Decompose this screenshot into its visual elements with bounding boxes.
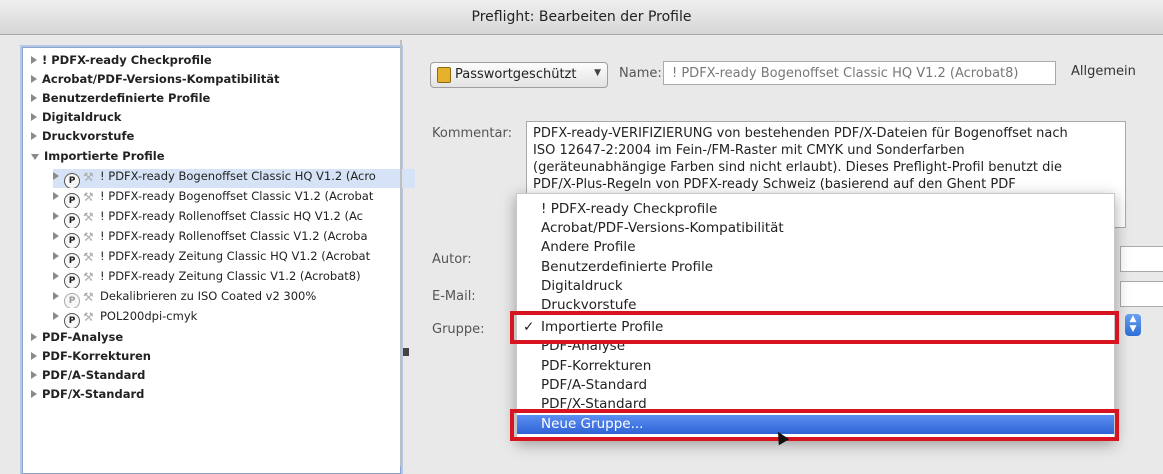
tree-profile-item[interactable]: P ⚒! PDFX-ready Rollenoffset Classic V1.2… bbox=[53, 229, 415, 248]
tree-profile-item[interactable]: P ⚒ Dekalibrieren zu ISO Coated v2 300% bbox=[53, 289, 415, 308]
tree-profile-item[interactable]: P ⚒ POL200dpi-cmyk bbox=[53, 309, 415, 328]
menu-item[interactable]: Acrobat/PDF-Versions-Kompatibilität bbox=[541, 219, 784, 238]
group-label: Gruppe: bbox=[432, 322, 485, 337]
expand-triangle-icon[interactable] bbox=[53, 252, 59, 260]
tree-category-importierte-profile[interactable]: Importierte Profile bbox=[31, 149, 393, 168]
panel-splitter[interactable] bbox=[400, 40, 402, 466]
name-label: Name: bbox=[619, 66, 662, 81]
preflight-profile-icon: P bbox=[64, 173, 80, 188]
preflight-profile-icon: P bbox=[64, 313, 80, 328]
expand-triangle-icon[interactable] bbox=[53, 172, 59, 180]
expand-triangle-icon[interactable] bbox=[31, 333, 37, 341]
expand-triangle-icon[interactable] bbox=[31, 75, 37, 83]
tree-category-pdfx-standard[interactable]: PDF/X-Standard bbox=[31, 387, 393, 406]
tree-category-pdfx-checkprofile[interactable]: ! PDFX-ready Checkprofile bbox=[31, 53, 393, 72]
expand-triangle-icon[interactable] bbox=[53, 232, 59, 240]
dropdown-arrow-icon: ▼ bbox=[594, 68, 601, 78]
author-field[interactable] bbox=[1120, 246, 1163, 272]
wrench-icon: ⚒ bbox=[83, 270, 94, 284]
preflight-profile-icon: P bbox=[64, 233, 80, 248]
comment-label: Kommentar: bbox=[432, 126, 512, 141]
tree-category-druckvorstufe[interactable]: Druckvorstufe bbox=[31, 129, 393, 148]
expand-triangle-icon[interactable] bbox=[53, 272, 59, 280]
tree-category-pdfa-standard[interactable]: PDF/A-Standard bbox=[31, 368, 393, 387]
author-label: Autor: bbox=[432, 252, 472, 267]
preflight-profile-icon: P bbox=[64, 293, 80, 308]
profile-name-field[interactable]: ! PDFX-ready Bogenoffset Classic HQ V1.2… bbox=[663, 61, 1056, 85]
wrench-icon: ⚒ bbox=[83, 190, 94, 204]
tree-category-benutzerdefiniert[interactable]: Benutzerdefinierte Profile bbox=[31, 91, 393, 110]
expand-triangle-icon[interactable] bbox=[31, 352, 37, 360]
annotation-box-new-group bbox=[510, 409, 1119, 441]
preflight-profile-icon: P bbox=[64, 213, 80, 228]
tree-category-pdf-korrekturen[interactable]: PDF-Korrekturen bbox=[31, 349, 393, 368]
email-label: E-Mail: bbox=[432, 289, 476, 304]
menu-item[interactable]: ! PDFX-ready Checkprofile bbox=[541, 200, 717, 219]
menu-item[interactable]: PDF-Korrekturen bbox=[541, 357, 651, 376]
general-label: Allgemein bbox=[1071, 64, 1136, 79]
splitter-grip-icon[interactable] bbox=[403, 348, 409, 356]
expand-triangle-icon[interactable] bbox=[31, 390, 37, 398]
expand-triangle-icon[interactable] bbox=[31, 371, 37, 379]
expand-triangle-icon[interactable] bbox=[53, 192, 59, 200]
menu-item[interactable]: Andere Profile bbox=[541, 238, 636, 257]
email-field[interactable] bbox=[1120, 281, 1163, 307]
expand-triangle-icon[interactable] bbox=[31, 132, 37, 140]
group-select-stepper-icon[interactable]: ▲ ▼ bbox=[1125, 314, 1141, 336]
tree-profile-item[interactable]: P ⚒! PDFX-ready Zeitung Classic HQ V1.2 (… bbox=[53, 249, 415, 268]
wrench-icon: ⚒ bbox=[83, 310, 94, 324]
tree-category-pdf-analyse[interactable]: PDF-Analyse bbox=[31, 330, 393, 349]
wrench-icon: ⚒ bbox=[83, 250, 94, 264]
annotation-box-checked-group bbox=[510, 311, 1119, 344]
expand-triangle-icon[interactable] bbox=[53, 212, 59, 220]
menu-item[interactable]: Benutzerdefinierte Profile bbox=[541, 258, 713, 277]
tree-profile-item[interactable]: P ⚒! PDFX-ready Bogenoffset Classic V1.2 … bbox=[53, 189, 415, 208]
tree-category-digitaldruck[interactable]: Digitaldruck bbox=[31, 110, 393, 129]
wrench-icon: ⚒ bbox=[83, 230, 94, 244]
preflight-profile-icon: P bbox=[64, 193, 80, 208]
expand-triangle-icon[interactable] bbox=[53, 312, 59, 320]
wrench-icon: ⚒ bbox=[83, 170, 94, 184]
password-protected-button[interactable]: Passwortgeschützt ▼ bbox=[430, 62, 608, 88]
tree-profile-item[interactable]: P ⚒! PDFX-ready Zeitung Classic V1.2 (Acr… bbox=[53, 269, 415, 288]
preflight-profile-icon: P bbox=[64, 253, 80, 268]
tree-category-acrobat-kompatibilitaet[interactable]: Acrobat/PDF-Versions-Kompatibilität bbox=[31, 72, 393, 91]
expand-triangle-icon[interactable] bbox=[31, 56, 37, 64]
lock-icon bbox=[437, 67, 451, 83]
window-title: Preflight: Bearbeiten der Profile bbox=[471, 9, 692, 25]
menu-item[interactable]: PDF/A-Standard bbox=[541, 376, 647, 395]
wrench-icon: ⚒ bbox=[83, 290, 94, 304]
menu-item[interactable]: Digitaldruck bbox=[541, 277, 623, 296]
expand-triangle-icon[interactable] bbox=[31, 94, 37, 102]
expand-triangle-icon[interactable] bbox=[53, 292, 59, 300]
window-titlebar: Preflight: Bearbeiten der Profile bbox=[0, 0, 1163, 35]
preflight-profile-icon: P bbox=[64, 273, 80, 288]
tree-profile-item[interactable]: P ⚒! PDFX-ready Bogenoffset Classic HQ V1… bbox=[53, 169, 415, 188]
wrench-icon: ⚒ bbox=[83, 210, 94, 224]
profile-tree[interactable]: ! PDFX-ready Checkprofile Acrobat/PDF-Ve… bbox=[22, 47, 415, 474]
tree-profile-item[interactable]: P ⚒! PDFX-ready Rollenoffset Classic HQ V… bbox=[53, 209, 415, 228]
expand-triangle-icon[interactable] bbox=[31, 113, 37, 121]
collapse-triangle-icon[interactable] bbox=[31, 154, 39, 160]
